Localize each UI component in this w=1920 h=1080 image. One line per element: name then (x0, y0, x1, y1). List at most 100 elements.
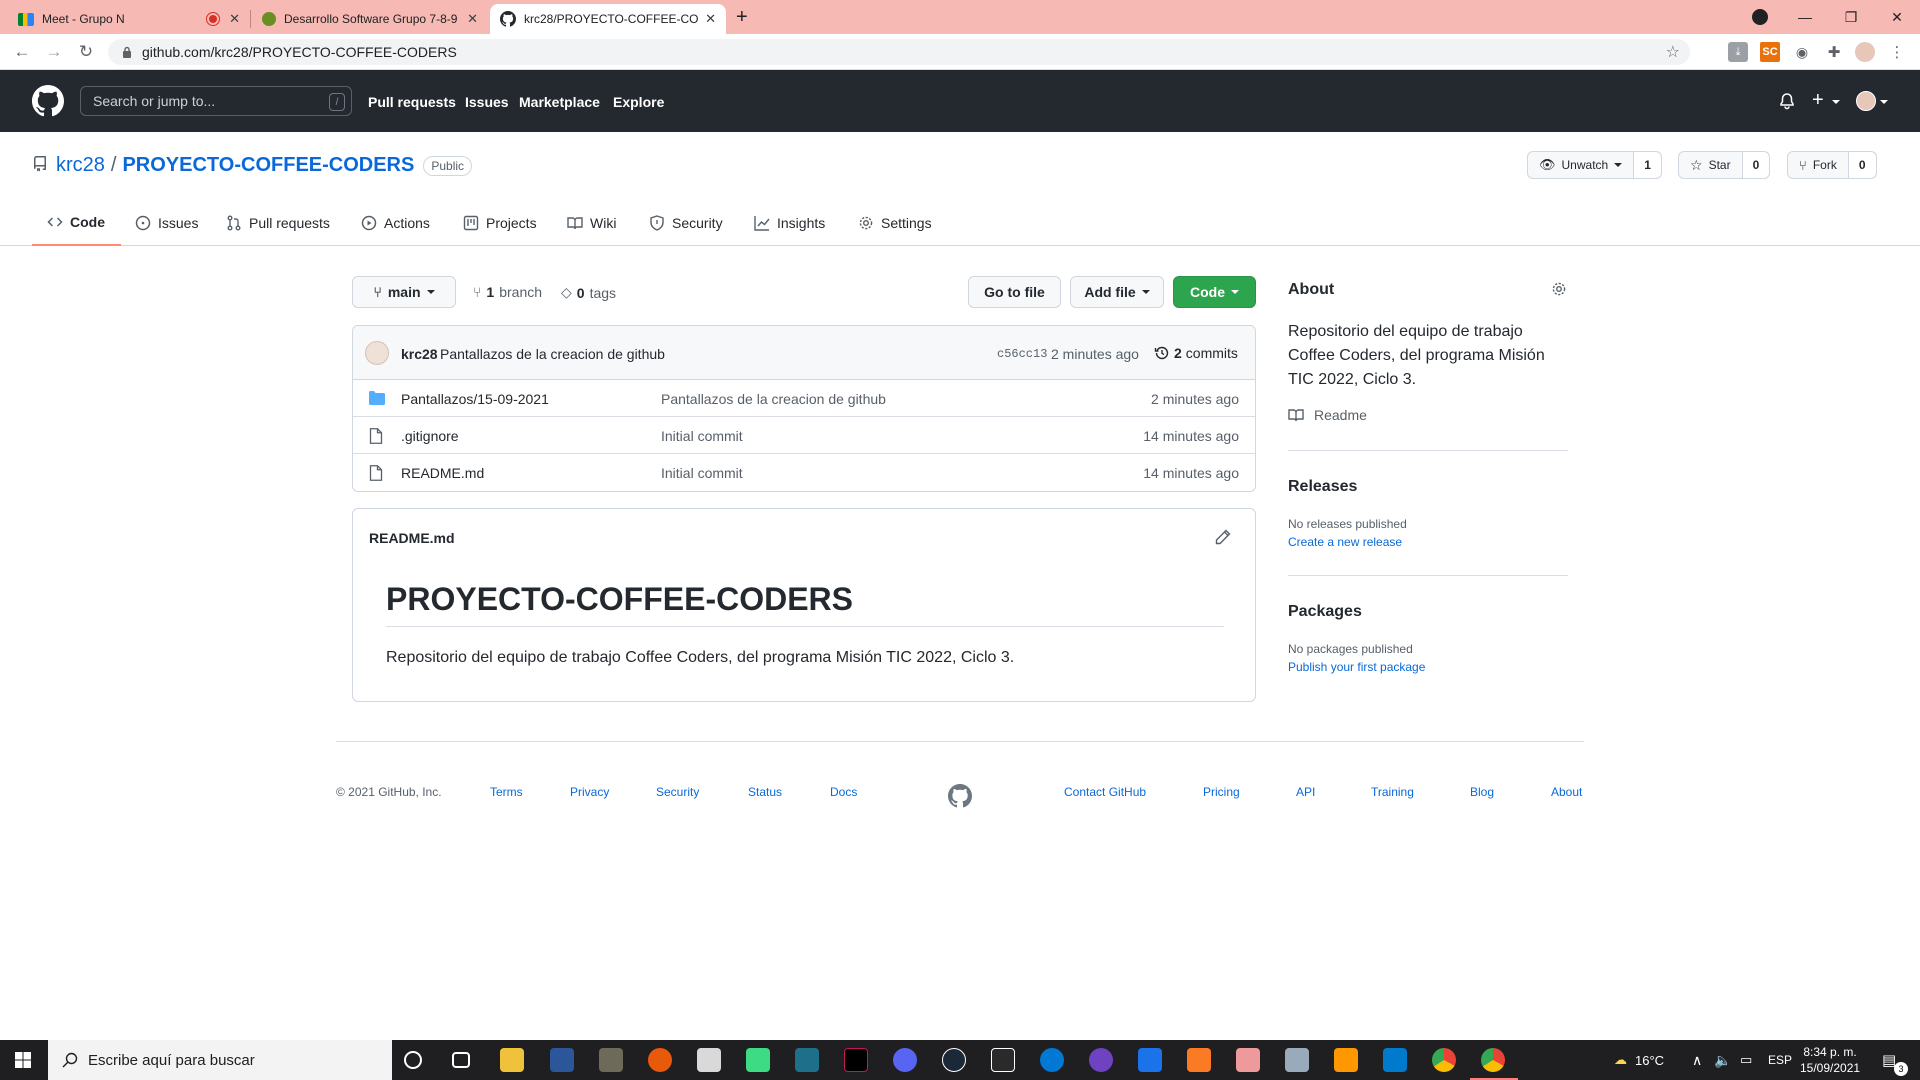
tab-search-icon[interactable] (1752, 9, 1768, 25)
tab-wiki[interactable]: Wiki (552, 200, 632, 246)
footer-docs-link[interactable]: Docs (830, 785, 857, 799)
clock[interactable]: 8:34 p. m. 15/09/2021 (1800, 1040, 1860, 1080)
footer-terms-link[interactable]: Terms (490, 785, 523, 799)
chrome-profile-icon[interactable] (1481, 1048, 1505, 1072)
audacity-icon[interactable] (648, 1048, 672, 1072)
file-row-readme[interactable]: README.md Initial commit 14 minutes ago (353, 454, 1255, 491)
footer-training-link[interactable]: Training (1371, 785, 1414, 799)
new-tab-icon[interactable]: + (736, 6, 748, 29)
global-search-input[interactable]: Search or jump to... / (80, 86, 352, 116)
code-download-button[interactable]: Code (1173, 276, 1256, 308)
taskbar-search-input[interactable]: Escribe aquí para buscar (48, 1040, 392, 1080)
tab-actions[interactable]: Actions (346, 200, 446, 246)
discord-icon[interactable] (893, 1048, 917, 1072)
weather-widget[interactable]: ☁ 16°C (1614, 1040, 1664, 1080)
close-tab-icon[interactable]: ✕ (467, 11, 478, 27)
tab-insights[interactable]: Insights (739, 200, 841, 246)
packages-title[interactable]: Packages (1288, 603, 1362, 621)
back-icon[interactable]: ← (10, 40, 34, 64)
network-icon[interactable]: ▭ (1740, 1040, 1752, 1080)
star-button[interactable]: ☆ Star (1679, 152, 1743, 178)
profile-avatar[interactable] (1855, 42, 1875, 62)
forward-icon[interactable]: → (42, 40, 66, 64)
nav-marketplace[interactable]: Marketplace (519, 94, 600, 110)
commit-message-link[interactable]: Pantallazos de la creacion de github (440, 346, 665, 362)
footer-api-link[interactable]: API (1296, 785, 1315, 799)
releases-title[interactable]: Releases (1288, 478, 1357, 496)
extension-pdf-icon[interactable]: ⤓ (1728, 42, 1748, 62)
file-name-link[interactable]: README.md (401, 465, 484, 481)
tab-security[interactable]: Security (634, 200, 739, 246)
speaker-icon[interactable]: 🔈 (1714, 1040, 1731, 1080)
language-indicator[interactable]: ESP (1768, 1040, 1792, 1080)
nav-explore[interactable]: Explore (613, 94, 664, 110)
star-count[interactable]: 0 (1742, 152, 1770, 178)
notifications-icon[interactable]: ▤ (1882, 1040, 1896, 1080)
restore-window-icon[interactable]: ❐ (1828, 0, 1874, 34)
app-notes-icon[interactable] (1285, 1048, 1309, 1072)
file-commit-message[interactable]: Initial commit (661, 428, 743, 444)
extension-audio-icon[interactable]: ◉ (1792, 42, 1812, 62)
publish-package-link[interactable]: Publish your first package (1288, 660, 1425, 674)
watch-count[interactable]: 1 (1634, 152, 1661, 178)
file-row-gitignore[interactable]: .gitignore Initial commit 14 minutes ago (353, 417, 1255, 454)
minimize-window-icon[interactable]: — (1782, 0, 1828, 34)
close-window-icon[interactable]: ✕ (1874, 0, 1920, 34)
cortana-icon[interactable] (404, 1051, 422, 1069)
tab-pull-requests[interactable]: Pull requests (211, 200, 346, 246)
bell-icon[interactable] (1779, 93, 1795, 110)
xampp-icon[interactable] (1187, 1048, 1211, 1072)
sublime-text-icon[interactable] (1334, 1048, 1358, 1072)
create-release-link[interactable]: Create a new release (1288, 535, 1402, 549)
terminal-icon[interactable] (795, 1048, 819, 1072)
branch-count-link[interactable]: ⑂ 1 branch (473, 284, 542, 300)
commits-history-link[interactable]: 2 commits (1154, 345, 1238, 361)
file-name-link[interactable]: .gitignore (401, 428, 459, 444)
user-avatar[interactable] (1856, 91, 1876, 111)
menu-kebab-icon[interactable]: ⋮ (1887, 42, 1907, 62)
extensions-puzzle-icon[interactable]: ✚ (1824, 42, 1844, 62)
show-hidden-icons-icon[interactable]: ∧ (1692, 1040, 1702, 1080)
gimp-icon[interactable] (599, 1048, 623, 1072)
go-to-file-button[interactable]: Go to file (968, 276, 1061, 308)
footer-about-link[interactable]: About (1551, 785, 1582, 799)
tab-projects[interactable]: Projects (448, 200, 553, 246)
vscode-icon[interactable] (1383, 1048, 1407, 1072)
bookmark-star-icon[interactable]: ☆ (1666, 42, 1680, 62)
close-tab-icon[interactable]: ✕ (705, 11, 716, 27)
file-name-link[interactable]: Pantallazos/15-09-2021 (401, 391, 549, 407)
repo-name-link[interactable]: PROYECTO-COFFEE-CODERS (122, 154, 414, 177)
browser-tab-meet[interactable]: Meet - Grupo N ✕ (8, 4, 250, 34)
gear-icon[interactable] (1551, 281, 1567, 297)
address-bar[interactable]: github.com/krc28/PROYECTO-COFFEE-CODERS … (108, 39, 1690, 65)
android-studio-icon[interactable] (746, 1048, 770, 1072)
close-tab-icon[interactable]: ✕ (229, 11, 240, 27)
footer-blog-link[interactable]: Blog (1470, 785, 1494, 799)
commit-author-avatar[interactable] (365, 341, 389, 365)
fork-button[interactable]: ⑂ Fork (1788, 152, 1849, 178)
footer-contact-link[interactable]: Contact GitHub (1064, 785, 1146, 799)
task-view-icon[interactable] (452, 1052, 470, 1068)
footer-status-link[interactable]: Status (748, 785, 782, 799)
nav-issues[interactable]: Issues (465, 94, 509, 110)
file-commit-message[interactable]: Initial commit (661, 465, 743, 481)
commit-author-link[interactable]: krc28 (401, 346, 438, 362)
tab-settings[interactable]: Settings (843, 200, 948, 246)
browser-tab-github[interactable]: krc28/PROYECTO-COFFEE-CODERS ✕ (490, 4, 726, 34)
file-commit-message[interactable]: Pantallazos de la creacion de github (661, 391, 886, 407)
github-logo-icon[interactable] (32, 85, 64, 117)
word-icon[interactable] (550, 1048, 574, 1072)
app-purple-icon[interactable] (1089, 1048, 1113, 1072)
footer-pricing-link[interactable]: Pricing (1203, 785, 1240, 799)
steam-icon[interactable] (942, 1048, 966, 1072)
windows-start-icon[interactable] (15, 1052, 31, 1068)
extension-sc-icon[interactable]: SC (1760, 42, 1780, 62)
tag-count-link[interactable]: ◇ 0 tags (561, 284, 616, 301)
app-pink-icon[interactable] (1236, 1048, 1260, 1072)
fork-count[interactable]: 0 (1848, 152, 1876, 178)
github-mark-icon[interactable] (948, 784, 972, 808)
chrome-icon[interactable] (1432, 1048, 1456, 1072)
add-file-button[interactable]: Add file (1070, 276, 1164, 308)
file-row-pantallazos[interactable]: Pantallazos/15-09-2021 Pantallazos de la… (353, 380, 1255, 417)
readme-link[interactable]: Readme (1288, 407, 1367, 423)
